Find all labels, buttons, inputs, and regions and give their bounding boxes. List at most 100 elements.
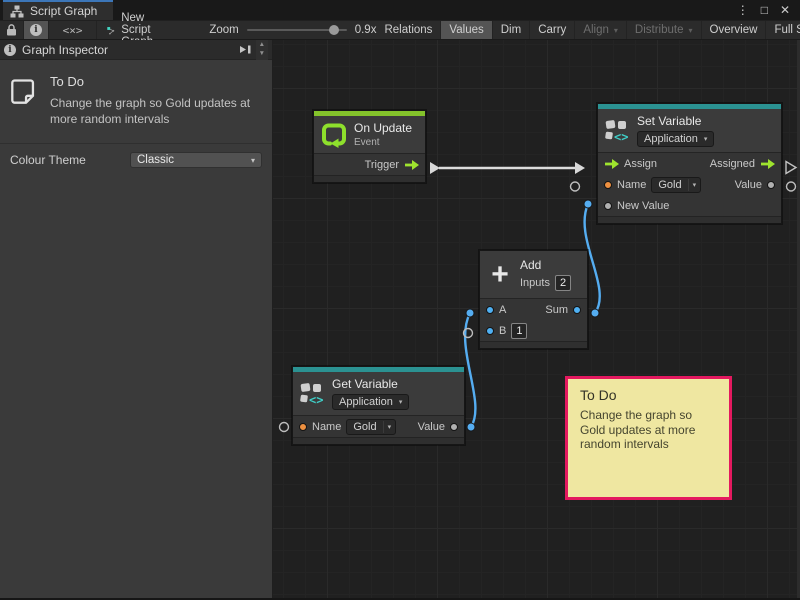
new-script-graph-button[interactable]: New Script Graph <box>97 21 183 39</box>
control-wire-arrowhead <box>575 162 585 174</box>
value-port-dot[interactable] <box>450 423 458 431</box>
carry-button[interactable]: Carry <box>530 21 575 39</box>
inspector-title: Graph Inspector <box>22 43 108 57</box>
graph-canvas[interactable]: On Update Event Trigger <box>273 40 800 600</box>
zoom-value: 0.9x <box>355 24 377 36</box>
code-view-button[interactable]: <×> <box>49 21 97 39</box>
values-button[interactable]: Values <box>441 21 492 39</box>
a-sum-port-row: A Sum <box>480 299 587 320</box>
dock-panel-icon[interactable] <box>239 43 252 56</box>
variable-name-value: Gold <box>347 420 382 434</box>
external-value-port[interactable] <box>571 182 580 191</box>
variable-scope-dropdown[interactable]: Application ▾ <box>637 131 714 147</box>
lock-button[interactable] <box>0 21 24 39</box>
code-icon: <×> <box>63 24 83 37</box>
chevron-down-icon: ▾ <box>614 26 618 35</box>
node-footer <box>314 175 425 182</box>
align-dropdown[interactable]: Align ▾ <box>575 21 627 39</box>
node-title: Add <box>520 258 571 272</box>
node-title: Get Variable <box>332 377 409 391</box>
new-value-port-row: New Value <box>598 195 781 216</box>
zoom-slider[interactable] <box>247 29 347 31</box>
node-on-update[interactable]: On Update Event Trigger <box>313 110 426 183</box>
node-footer <box>293 437 464 444</box>
fullscreen-label: Full S <box>774 24 800 36</box>
inspector-todo-summary: To Do Change the graph so Gold updates a… <box>0 60 272 137</box>
b-value-field[interactable]: 1 <box>511 323 527 339</box>
sticky-note[interactable]: To Do Change the graph so Gold updates a… <box>565 376 732 500</box>
node-footer <box>598 216 781 223</box>
colour-theme-select[interactable]: Classic ▾ <box>130 152 262 168</box>
dim-button[interactable]: Dim <box>493 21 530 39</box>
value-port-dot[interactable] <box>299 423 307 431</box>
b-port-label: B <box>499 325 506 337</box>
sticky-note-icon <box>10 74 36 110</box>
node-get-variable[interactable]: <> Get Variable Application ▾ Name Gold <box>292 366 465 445</box>
node-title: Set Variable <box>637 114 714 128</box>
node-header: On Update Event <box>314 116 425 154</box>
value-port-dot[interactable] <box>604 202 612 210</box>
trigger-port-row: Trigger <box>314 154 425 175</box>
flow-arrow-icon[interactable] <box>604 159 619 169</box>
chevron-down-icon: ▾ <box>383 421 396 433</box>
window-menu-button[interactable]: ⋮ <box>737 4 749 16</box>
script-graph-asset-icon <box>107 24 115 37</box>
graph-inspector-panel: i Graph Inspector ▲ ▼ To Do Change th <box>0 40 273 600</box>
todo-title: To Do <box>50 74 262 89</box>
sticky-note-text: Change the graph so Gold updates at more… <box>580 408 717 452</box>
scroll-down-icon[interactable]: ▼ <box>259 51 265 58</box>
name-port-label: Name <box>312 421 341 433</box>
distribute-dropdown[interactable]: Distribute ▾ <box>627 21 702 39</box>
script-graph-window: Script Graph ⋮ □ ✕ i <×> <box>0 0 800 600</box>
assign-port-label: Assign <box>624 158 657 170</box>
overview-button[interactable]: Overview <box>702 21 767 39</box>
dim-label: Dim <box>501 24 521 36</box>
node-footer <box>480 341 587 348</box>
name-value-port-row: Name Gold ▾ Value <box>293 416 464 437</box>
flow-arrow-icon[interactable] <box>404 160 419 170</box>
panel-scroll-arrows[interactable]: ▲ ▼ <box>256 40 268 60</box>
node-set-variable[interactable]: <> Set Variable Application ▾ Assign <box>597 103 782 224</box>
flow-arrow-icon[interactable] <box>760 159 775 169</box>
maximize-button[interactable]: □ <box>761 4 768 16</box>
assigned-port-label: Assigned <box>710 158 755 170</box>
zoom-label: Zoom <box>209 24 238 36</box>
variable-scope-dropdown[interactable]: Application ▾ <box>332 394 409 410</box>
variable-name-dropdown[interactable]: Gold ▾ <box>346 419 396 435</box>
svg-text:<>: <> <box>309 393 323 406</box>
graph-toolbar: i <×> New Script Graph Zoom 0.9x Relatio… <box>0 20 800 40</box>
b-port-row: B 1 <box>480 320 587 341</box>
inputs-count-field[interactable]: 2 <box>555 275 571 291</box>
chevron-down-icon: ▾ <box>704 135 708 143</box>
value-port-dot[interactable] <box>767 181 775 189</box>
tab-script-graph[interactable]: Script Graph <box>3 0 113 20</box>
value-port-dot[interactable] <box>486 306 494 314</box>
node-title: On Update <box>354 121 412 135</box>
relations-button[interactable]: Relations <box>376 21 441 39</box>
value-port-dot[interactable] <box>486 327 494 335</box>
inspector-header: i Graph Inspector ▲ ▼ <box>0 40 272 60</box>
close-button[interactable]: ✕ <box>780 4 790 16</box>
external-flow-port[interactable] <box>786 162 796 174</box>
chevron-down-icon: ▾ <box>688 26 692 35</box>
node-add[interactable]: + Add Inputs 2 A Sum <box>479 250 588 349</box>
inspector-toggle-button[interactable]: i <box>24 21 49 39</box>
distribute-label: Distribute <box>635 24 684 36</box>
relations-label: Relations <box>384 24 432 36</box>
value-wire-getvar-to-add[interactable] <box>465 313 475 427</box>
node-header: + Add Inputs 2 <box>480 251 587 299</box>
chevron-down-icon: ▾ <box>399 398 403 406</box>
inputs-label: Inputs <box>520 277 550 289</box>
external-value-port[interactable] <box>787 182 796 191</box>
title-bar: Script Graph ⋮ □ ✕ <box>0 0 800 20</box>
colour-theme-label: Colour Theme <box>10 153 130 167</box>
zoom-slider-handle[interactable] <box>329 25 339 35</box>
node-header: <> Get Variable Application ▾ <box>293 372 464 416</box>
variable-name-dropdown[interactable]: Gold ▾ <box>651 177 701 193</box>
fullscreen-button[interactable]: Full S <box>766 21 800 39</box>
external-value-port[interactable] <box>280 423 289 432</box>
value-port-dot[interactable] <box>604 181 612 189</box>
scroll-up-icon[interactable]: ▲ <box>259 42 265 49</box>
value-port-label: Value <box>735 179 762 191</box>
value-port-dot[interactable] <box>573 306 581 314</box>
